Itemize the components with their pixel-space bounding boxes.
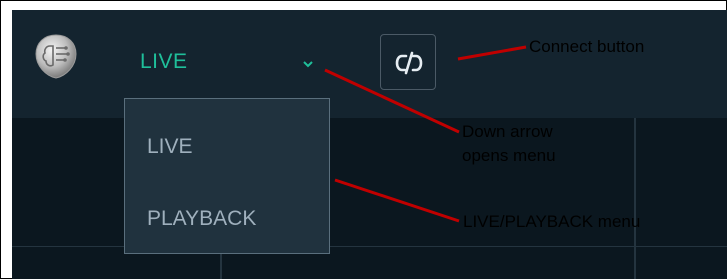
connect-annotation: Connect button xyxy=(529,37,645,56)
connect-annotation-line xyxy=(457,45,527,61)
menu-annotation-line xyxy=(334,178,460,223)
menu-annotation: LIVE/PLAYBACK menu xyxy=(463,212,641,231)
down-arrow-annotation-line1: Down arrow xyxy=(462,122,553,141)
down-arrow-annotation-line2: opens menu xyxy=(462,146,556,165)
down-arrow-annotation-line xyxy=(324,68,460,134)
